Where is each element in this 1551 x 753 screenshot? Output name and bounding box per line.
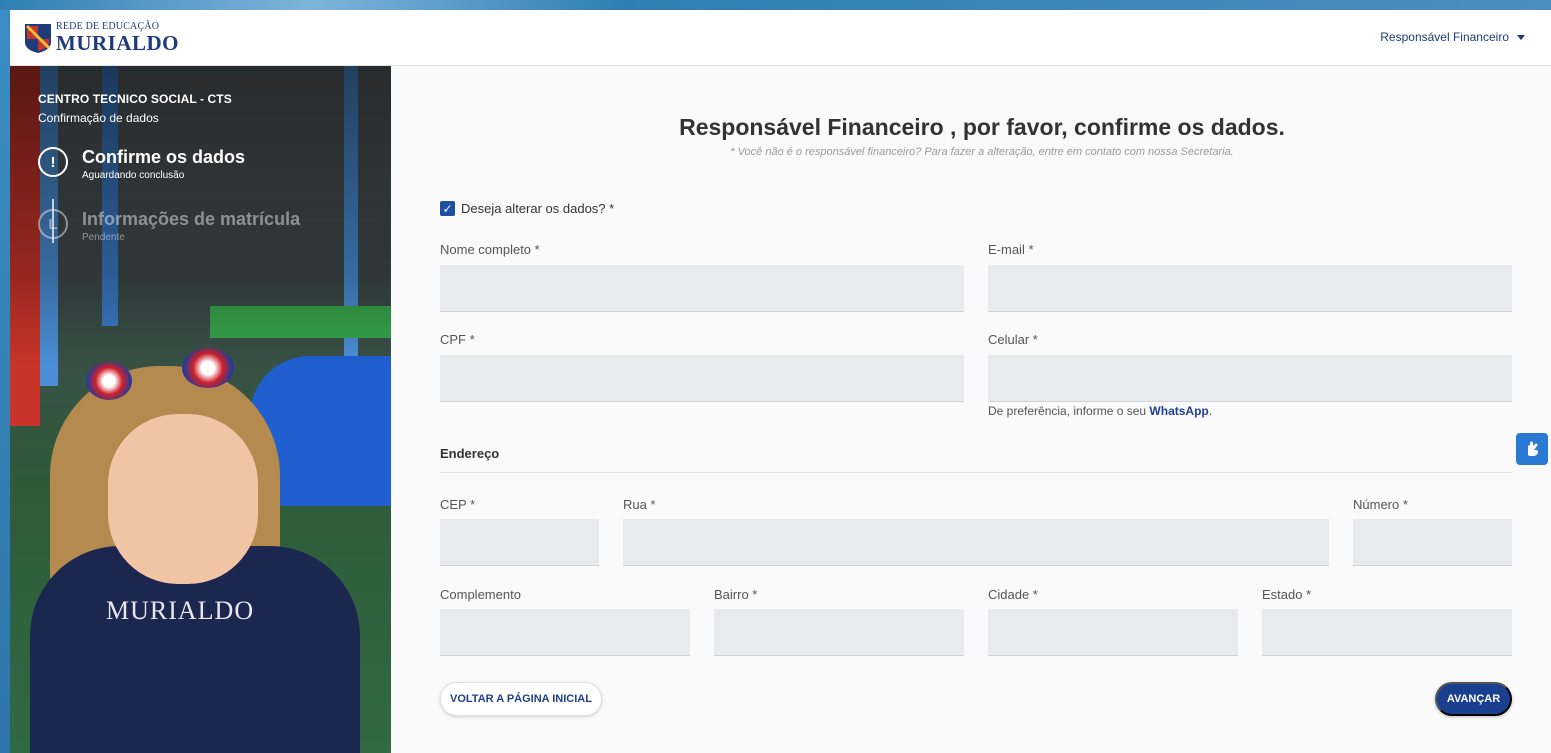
cpf-label: CPF * [440,332,475,347]
full-name-field[interactable] [440,265,964,312]
page-subtitle: Confirmação de dados [38,111,159,125]
progress-stepper: CENTRO TECNICO SOCIAL - CTS Confirmação … [10,66,391,269]
section-divider [440,472,1512,473]
school-name: CENTRO TECNICO SOCIAL - CTS [38,92,232,106]
back-to-home-button[interactable]: VOLTAR A PÁGINA INICIAL [440,682,602,716]
change-data-label: Deseja alterar os dados? * [461,201,615,216]
photo-child-face [108,414,258,584]
logo-line-2: MURIALDO [56,31,179,55]
number-label: Número * [1353,497,1408,512]
hint-suffix: . [1208,404,1213,418]
step-title: Informações de matrícula [82,209,301,229]
cellphone-label: Celular * [988,332,1038,347]
cellphone-field[interactable] [988,355,1512,402]
state-label: Estado * [1262,587,1312,602]
stepper-connector [52,199,54,243]
logo[interactable]: REDE DE EDUCAÇÃO MURIALDO [24,22,179,54]
number-field[interactable] [1353,519,1512,566]
step-status: Pendente [82,232,125,243]
step-confirm-data: ! Confirme os dados Aguardando conclusão [38,147,363,181]
neighborhood-field[interactable] [714,609,964,656]
form-panel: Responsável Financeiro , por favor, conf… [391,66,1551,753]
app-header: REDE DE EDUCAÇÃO MURIALDO Responsável Fi… [10,10,1551,66]
address-section-title: Endereço [440,446,500,461]
cellphone-hint: De preferência, informe o seu WhatsApp. [988,404,1212,418]
check-icon[interactable]: ✓ [440,201,455,216]
hint-text: De preferência, informe o seu [988,404,1150,418]
user-menu-label: Responsável Financeiro [1380,30,1509,44]
sidebar-hero-photo: MURIALDO CENTRO TECNICO SOCIAL - CTS Con… [10,66,391,753]
accessibility-button[interactable] [1516,433,1548,465]
neighborhood-label: Bairro * [714,587,758,602]
full-name-label: Nome completo * [440,242,540,257]
street-field[interactable] [623,519,1329,566]
hand-sign-icon [1528,441,1538,456]
email-field[interactable] [988,265,1512,312]
caret-down-icon [1517,34,1525,40]
complement-label: Complemento [440,587,521,602]
step-status: Aguardando conclusão [82,170,185,181]
next-button[interactable]: AVANÇAR [1435,682,1512,716]
email-label: E-mail * [988,242,1034,257]
complement-field[interactable] [440,609,690,656]
photo-shirt-text: MURIALDO [106,596,255,625]
logo-shield-icon [25,24,51,53]
city-field[interactable] [988,609,1238,656]
city-label: Cidade * [988,587,1038,602]
step-title: Confirme os dados [82,147,246,167]
change-data-checkbox[interactable]: ✓ Deseja alterar os dados? * [440,201,614,216]
step-enrollment-info: L Informações de matrícula Pendente [38,209,363,243]
form-title: Responsável Financeiro , por favor, conf… [679,114,1285,140]
cep-label: CEP * [440,497,476,512]
user-menu-dropdown[interactable]: Responsável Financeiro [1380,30,1525,44]
hint-whatsapp: WhatsApp [1149,404,1209,418]
state-field[interactable] [1262,609,1512,656]
alert-icon: ! [38,147,68,177]
photo-hair-bow [86,362,132,400]
top-decorative-band [0,0,1551,10]
cpf-field[interactable] [440,355,964,402]
cep-field[interactable] [440,519,599,566]
form-note: * Você não é o responsável financeiro? P… [730,146,1234,158]
street-label: Rua * [623,497,656,512]
